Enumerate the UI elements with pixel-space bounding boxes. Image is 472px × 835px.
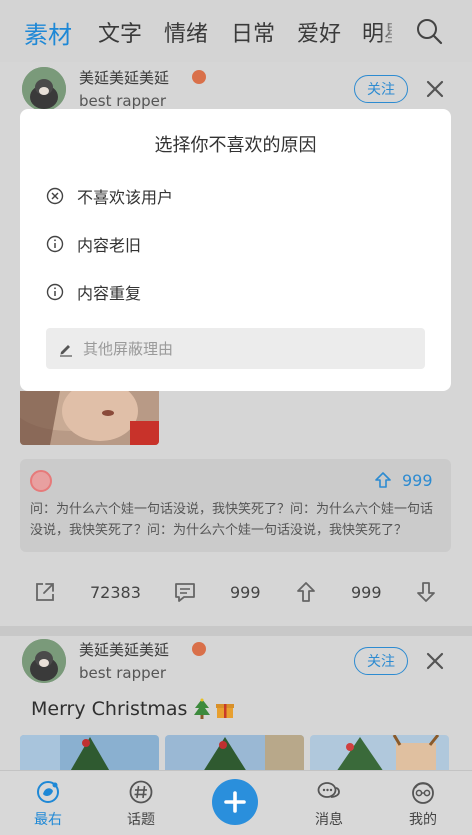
christmas-tree-icon bbox=[194, 698, 211, 719]
upvote-icon[interactable] bbox=[374, 471, 392, 489]
nav-topic[interactable]: 话题 bbox=[111, 779, 171, 829]
tab-richang[interactable]: 日常 bbox=[231, 16, 275, 48]
avatar[interactable] bbox=[22, 639, 66, 683]
follow-button[interactable]: 关注 bbox=[354, 75, 408, 103]
create-post-button[interactable] bbox=[212, 779, 258, 825]
nav-messages[interactable]: 消息 bbox=[299, 779, 359, 829]
upvote-icon[interactable] bbox=[294, 580, 318, 604]
tab-aihao[interactable]: 爱好 bbox=[297, 16, 341, 48]
card-divider bbox=[0, 626, 472, 636]
home-icon bbox=[37, 781, 59, 803]
tab-qingxu[interactable]: 情绪 bbox=[164, 16, 208, 48]
user-badge-icon bbox=[192, 70, 206, 84]
reason-outdated[interactable]: 内容老旧 bbox=[46, 229, 141, 259]
circle-x-icon bbox=[46, 187, 64, 205]
info-circle-icon bbox=[46, 283, 64, 301]
username[interactable]: 美延美延美延 bbox=[79, 639, 169, 660]
search-icon[interactable] bbox=[414, 16, 444, 46]
qa-box[interactable]: 999 问：为什么六个娃一句话没说，我快笑死了？问：为什么六个娃一句话没说，我快… bbox=[20, 459, 451, 552]
topic-hash-icon bbox=[129, 780, 153, 804]
post-image[interactable] bbox=[20, 735, 159, 775]
action-row: 72383 999 999 bbox=[0, 576, 472, 610]
nav-label: 话题 bbox=[127, 812, 155, 828]
user-badge-icon bbox=[192, 642, 206, 656]
post-text-content: Merry Christmas bbox=[31, 698, 188, 720]
upvote-count: 999 bbox=[351, 583, 382, 602]
edit-icon bbox=[60, 344, 72, 357]
tab-sucai[interactable]: 素材 bbox=[24, 15, 72, 50]
comment-count: 999 bbox=[230, 583, 261, 602]
nav-home[interactable]: 最右 bbox=[18, 779, 78, 829]
close-icon[interactable] bbox=[424, 78, 446, 100]
gift-icon bbox=[216, 704, 235, 718]
nav-label: 我的 bbox=[409, 812, 437, 828]
username[interactable]: 美延美延美延 bbox=[79, 67, 169, 88]
reason-label: 内容老旧 bbox=[77, 236, 142, 255]
other-reason-placeholder: 其他屏蔽理由 bbox=[83, 340, 174, 358]
user-group: best rapper bbox=[79, 664, 167, 682]
nav-profile[interactable]: 我的 bbox=[393, 779, 453, 829]
other-reason-input[interactable]: 其他屏蔽理由 bbox=[46, 328, 425, 369]
profile-icon bbox=[412, 782, 434, 804]
nav-label: 最右 bbox=[34, 812, 62, 828]
downvote-icon[interactable] bbox=[414, 580, 438, 604]
info-circle-icon bbox=[46, 235, 64, 253]
comment-icon[interactable] bbox=[173, 580, 197, 604]
share-count: 72383 bbox=[90, 583, 141, 602]
follow-button[interactable]: 关注 bbox=[354, 647, 408, 675]
close-icon[interactable] bbox=[424, 650, 446, 672]
message-icon bbox=[317, 782, 340, 798]
reason-dislike-user[interactable]: 不喜欢该用户 bbox=[46, 181, 173, 211]
post-image[interactable] bbox=[165, 735, 304, 775]
dialog-title: 选择你不喜欢的原因 bbox=[154, 135, 317, 156]
avatar[interactable] bbox=[22, 67, 66, 111]
nav-label: 消息 bbox=[315, 812, 343, 828]
share-icon[interactable] bbox=[33, 580, 57, 604]
plus-icon bbox=[224, 791, 246, 813]
qa-text: 问：为什么六个娃一句话没说，我快笑死了？问：为什么六个娃一句话没说，我快笑死了？… bbox=[30, 502, 434, 538]
top-nav: 素材 文字 情绪 日常 爱好 明星 bbox=[0, 0, 472, 62]
post-image[interactable] bbox=[20, 391, 159, 445]
reason-label: 不喜欢该用户 bbox=[77, 188, 174, 207]
dislike-dialog: 选择你不喜欢的原因 不喜欢该用户 内容老旧 内容重复 其他屏蔽理由 bbox=[20, 109, 451, 391]
post-text: Merry Christmas bbox=[31, 698, 235, 720]
qa-upvote-count: 999 bbox=[402, 471, 433, 490]
tab-fade bbox=[380, 8, 400, 54]
reason-label: 内容重复 bbox=[77, 284, 142, 303]
user-group: best rapper bbox=[79, 92, 167, 110]
reason-duplicate[interactable]: 内容重复 bbox=[46, 277, 141, 307]
qa-logo-icon bbox=[30, 470, 52, 492]
post-image[interactable] bbox=[310, 735, 449, 775]
tab-wenzi[interactable]: 文字 bbox=[98, 16, 142, 48]
